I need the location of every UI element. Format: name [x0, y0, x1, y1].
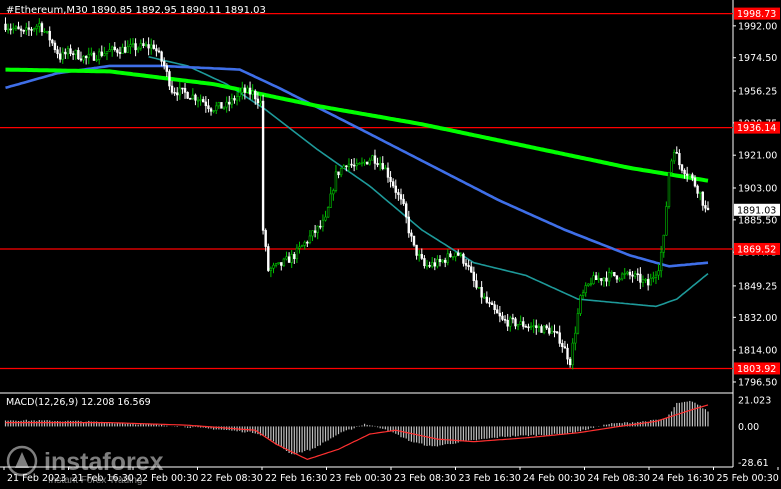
macd-tick-label: 0.00 [738, 422, 759, 433]
price-tick-label: 1814.00 [738, 346, 777, 357]
price-chart[interactable]: 1992.001974.501956.251938.751921.001903.… [0, 0, 781, 489]
macd-tick-label: 21.023 [738, 395, 771, 406]
macd-header: MACD(12,26,9) 12.208 16.569 [6, 397, 151, 408]
candle [282, 257, 286, 267]
price-tick-label: 1849.25 [738, 281, 777, 292]
level-price-label: 1869.52 [737, 244, 776, 255]
candle [667, 171, 671, 209]
candle [412, 235, 416, 247]
time-tick-label: 23 Feb 16:30 [459, 473, 521, 484]
candle [365, 161, 369, 165]
price-tick-label: 1832.00 [738, 313, 777, 324]
time-tick-label: 24 Feb 16:30 [652, 473, 714, 484]
candle [261, 94, 265, 235]
watermark-brand: instaforex [44, 448, 164, 476]
candle [267, 243, 270, 272]
candle [571, 338, 574, 370]
time-tick-label: 22 Feb 08:30 [201, 473, 263, 484]
candle [326, 206, 330, 218]
candle [477, 287, 481, 289]
candle [579, 294, 582, 317]
price-tick-label: 1903.00 [738, 183, 777, 194]
candle [371, 154, 374, 161]
price-tick-label: 1885.50 [738, 215, 777, 226]
time-tick-label: 23 Feb 08:30 [394, 473, 456, 484]
time-tick-label: 24 Feb 08:30 [588, 473, 650, 484]
price-tick-label: 1921.00 [738, 151, 777, 162]
current-price-label: 1891.03 [737, 205, 776, 216]
level-price-label: 1936.14 [737, 123, 776, 134]
price-tick-label: 1956.25 [738, 86, 777, 97]
time-tick-label: 22 Feb 16:30 [265, 473, 327, 484]
time-tick-label: 25 Feb 00:30 [717, 473, 779, 484]
time-tick-label: 24 Feb 00:30 [523, 473, 585, 484]
candle [186, 91, 189, 99]
price-tick-label: 1992.00 [738, 21, 777, 32]
symbol-header: #Ethereum,M30 1890.85 1892.95 1890.11 18… [6, 5, 266, 16]
level-price-label: 1803.92 [737, 364, 776, 375]
price-tick-label: 1974.50 [738, 53, 777, 64]
watermark-tagline: Instant Forex Trading [48, 475, 143, 486]
candle [613, 272, 616, 277]
price-tick-label: 1796.50 [738, 377, 777, 388]
macd-tick-label: -28.61 [738, 458, 769, 469]
level-price-label: 1998.73 [737, 9, 776, 20]
time-tick-label: 23 Feb 00:30 [330, 473, 392, 484]
candle [665, 201, 668, 236]
candle [220, 102, 223, 109]
